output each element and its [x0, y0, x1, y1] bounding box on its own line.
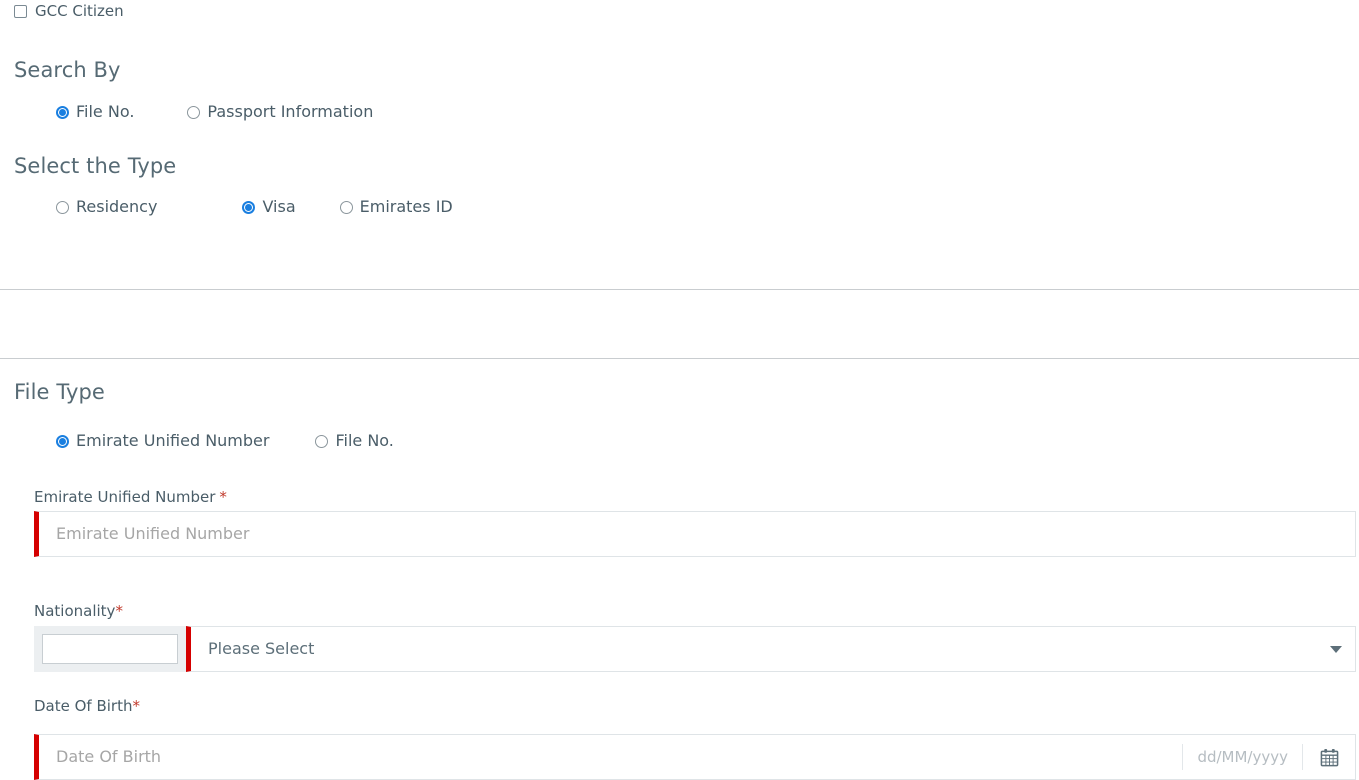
required-asterisk: * — [132, 697, 141, 715]
radio-icon-selected[interactable] — [56, 105, 69, 119]
radio-label: Emirate Unified Number — [76, 431, 270, 450]
date-format-group: dd/MM/yyyy — [1182, 735, 1355, 779]
nationality-search-pane[interactable] — [34, 626, 186, 672]
nationality-select-group[interactable]: Please Select — [34, 626, 1356, 672]
radio-label: Passport Information — [207, 102, 374, 121]
chevron-down-icon[interactable] — [1330, 645, 1342, 653]
unified-number-input[interactable]: Emirate Unified Number — [34, 511, 1356, 557]
radio-icon-selected[interactable] — [56, 434, 69, 448]
radio-label: File No. — [335, 431, 394, 450]
section-divider-bottom — [0, 358, 1359, 359]
radio-icon-selected[interactable] — [242, 200, 256, 214]
select-type-heading: Select the Type — [14, 154, 177, 178]
radio-icon-unselected[interactable] — [315, 434, 329, 448]
required-asterisk: * — [219, 488, 227, 506]
radio-file-type-emirate-unified-number[interactable]: Emirate Unified Number — [56, 433, 269, 449]
search-by-heading: Search By — [14, 58, 121, 82]
radio-icon-unselected[interactable] — [56, 200, 69, 214]
date-of-birth-label: Date Of Birth* — [34, 699, 140, 714]
unified-number-placeholder: Emirate Unified Number — [56, 524, 250, 543]
radio-type-visa[interactable]: Visa — [242, 197, 296, 216]
calendar-icon[interactable] — [1320, 748, 1339, 767]
select-type-radio-group[interactable]: Residency Visa Emirates ID — [56, 199, 453, 215]
unified-number-label-text: Emirate Unified Number — [34, 488, 216, 506]
radio-icon-unselected[interactable] — [187, 105, 201, 119]
radio-type-residency[interactable]: Residency — [56, 199, 157, 215]
radio-label: File No. — [76, 102, 135, 121]
form-page: GCC Citizen Search By File No. Passport … — [0, 0, 1359, 780]
nationality-label-text: Nationality — [34, 602, 116, 620]
unified-number-label: Emirate Unified Number * — [34, 490, 227, 505]
file-type-heading: File Type — [14, 380, 105, 404]
radio-label: Emirates ID — [359, 197, 453, 216]
nationality-select[interactable]: Please Select — [186, 626, 1356, 672]
calendar-button[interactable] — [1303, 748, 1355, 767]
required-asterisk: * — [115, 602, 123, 620]
gcc-citizen-label: GCC Citizen — [35, 2, 124, 20]
date-format-hint: dd/MM/yyyy — [1197, 747, 1288, 766]
section-divider-top — [0, 289, 1359, 290]
radio-label: Residency — [76, 197, 158, 216]
radio-icon-unselected[interactable] — [339, 200, 353, 214]
date-of-birth-placeholder: Date Of Birth — [56, 747, 162, 766]
radio-search-by-passport-information[interactable]: Passport Information — [187, 104, 373, 120]
search-by-radio-group[interactable]: File No. Passport Information — [56, 104, 373, 120]
radio-search-by-file-no[interactable]: File No. — [56, 104, 134, 120]
nationality-label: Nationality* — [34, 604, 123, 619]
file-type-radio-group[interactable]: Emirate Unified Number File No. — [56, 433, 394, 449]
gcc-citizen-checkbox-row[interactable]: GCC Citizen — [14, 4, 124, 19]
radio-file-type-file-no[interactable]: File No. — [315, 431, 394, 450]
gcc-citizen-checkbox[interactable] — [14, 5, 27, 18]
date-of-birth-label-text: Date Of Birth — [34, 697, 133, 715]
radio-label: Visa — [262, 197, 296, 216]
nationality-selected-value: Please Select — [208, 639, 315, 658]
radio-type-emirates-id[interactable]: Emirates ID — [339, 197, 453, 216]
date-of-birth-input[interactable]: Date Of Birth dd/MM/yyyy — [34, 734, 1356, 780]
nationality-search-input[interactable] — [42, 634, 178, 664]
